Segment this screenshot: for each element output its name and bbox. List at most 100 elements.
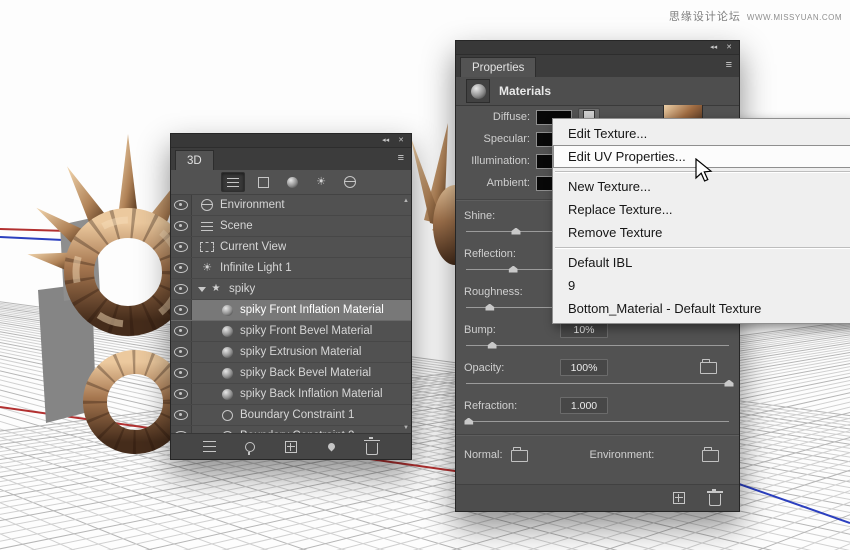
scroll-down-icon[interactable]: ▼ [403,425,409,431]
plusbox-glyph [673,492,685,504]
shine-slider-handle[interactable] [511,227,521,235]
letter-bottom-ring [83,350,187,454]
3d-panel-bottom-toolbar [171,433,411,459]
tab-properties[interactable]: Properties [460,57,537,77]
tree-row-front-bevel-material[interactable]: spiky Front Bevel Material [171,321,411,342]
globe-icon [344,176,356,188]
tree-row-label: spiky Front Inflation Material [240,304,384,316]
filter-environment-button[interactable] [339,173,361,191]
properties-panel-tabrow: Properties ≡ [456,55,739,77]
menu-item-9[interactable]: 9 [553,274,850,297]
material-icon [221,346,233,358]
refraction-value[interactable]: 1.000 [560,397,608,414]
add-object-icon[interactable] [281,438,301,456]
bump-slider-handle[interactable] [487,341,497,349]
watermark-site-url: WWW.MISSYUAN.COM [746,13,842,22]
eye-icon [174,284,188,294]
reflection-label: Reflection: [464,248,516,260]
eye-icon [174,263,188,273]
tree-row-back-inflation-material[interactable]: spiky Back Inflation Material [171,384,411,405]
trash-glyph [707,488,723,506]
visibility-toggle[interactable] [171,237,192,257]
delete-icon[interactable] [362,437,382,456]
tree-row-front-inflation-material[interactable]: spiky Front Inflation Material [171,300,411,321]
eye-icon [174,389,188,399]
visibility-toggle[interactable] [171,384,192,404]
visibility-toggle[interactable] [171,405,192,425]
photoshop-3d-workspace: 思缘设计论坛 WWW.MISSYUAN.COM ◂◂ ✕ 3D ≡ ☀ ▲ ▼ [0,0,850,550]
scene-list-icon [227,177,239,187]
visibility-toggle[interactable] [171,279,192,299]
filter-meshes-button[interactable] [252,173,274,191]
collapse-caret-icon[interactable] [198,286,206,292]
tree-row-infinite-light[interactable]: ☀ Infinite Light 1 [171,258,411,279]
menu-item-edit-texture[interactable]: Edit Texture... [553,122,850,145]
3d-panel: ◂◂ ✕ 3D ≡ ☀ ▲ ▼ Environment Scene Curren… [170,133,412,460]
current-view-icon [200,242,214,252]
tree-row-label: spiky Back Inflation Material [240,388,383,400]
refraction-row: Refraction: 1.000 [456,397,739,414]
tree-row-label: Scene [220,220,253,232]
eye-icon [174,242,188,252]
paint-icon[interactable] [322,438,342,456]
light-icon: ☀ [316,175,326,188]
menu-item-remove-texture[interactable]: Remove Texture [553,221,850,244]
3d-panel-titlebar: ◂◂ ✕ [171,134,411,148]
filter-materials-button[interactable] [281,173,303,191]
visibility-toggle[interactable] [171,342,192,362]
mix-icon[interactable] [200,438,220,456]
environment-texture-folder-icon[interactable] [702,447,719,462]
reflection-slider-handle[interactable] [508,265,518,273]
tree-row-back-bevel-material[interactable]: spiky Back Bevel Material [171,363,411,384]
visibility-toggle[interactable] [171,363,192,383]
visibility-toggle[interactable] [171,195,192,215]
panel-menu-icon[interactable]: ≡ [398,153,404,164]
tree-row-current-view[interactable]: Current View [171,237,411,258]
visibility-toggle[interactable] [171,258,192,278]
tree-row-spiky-mesh[interactable]: ★ spiky [171,279,411,300]
opacity-row: Opacity: 100% [456,359,739,376]
filter-lights-button[interactable]: ☀ [310,173,332,191]
material-icon [221,325,233,337]
bump-slider[interactable] [466,341,729,349]
roughness-label: Roughness: [464,286,523,298]
tab-3d[interactable]: 3D [175,150,214,170]
opacity-slider-handle[interactable] [724,379,734,387]
mesh-icon: ★ [211,283,221,294]
new-material-icon[interactable] [669,489,689,507]
scroll-up-icon[interactable]: ▲ [403,198,409,204]
panel-menu-icon[interactable]: ≡ [726,60,732,71]
opacity-texture-folder-icon[interactable] [700,359,717,374]
sphere-glyph [470,83,486,99]
normal-label: Normal: [464,448,503,461]
refraction-slider-handle[interactable] [464,417,474,425]
tree-row-environment[interactable]: Environment [171,195,411,216]
visibility-toggle[interactable] [171,300,192,320]
tree-row-scene[interactable]: Scene [171,216,411,237]
roughness-slider-handle[interactable] [485,303,495,311]
tree-row-boundary-constraint-1[interactable]: Boundary Constraint 1 [171,405,411,426]
close-panel-icon[interactable]: ✕ [398,137,404,144]
filter-whole-scene-button[interactable] [221,172,245,192]
materials-title: Materials [499,84,552,98]
collapse-panel-icon[interactable]: ◂◂ [710,44,717,51]
tree-row-extrusion-material[interactable]: spiky Extrusion Material [171,342,411,363]
close-panel-icon[interactable]: ✕ [726,44,732,51]
menu-item-default-ibl[interactable]: Default IBL [553,251,850,274]
materials-sphere-icon [466,79,490,103]
visibility-toggle[interactable] [171,321,192,341]
3d-scene-tree: ▲ ▼ Environment Scene Current View ☀ Inf… [171,195,411,434]
opacity-value[interactable]: 100% [560,359,608,376]
visibility-toggle[interactable] [171,216,192,236]
add-light-icon[interactable] [240,438,260,456]
tree-row-label: spiky Extrusion Material [240,346,362,358]
collapse-panel-icon[interactable]: ◂◂ [382,137,389,144]
opacity-slider[interactable] [466,379,734,387]
menu-item-replace-texture[interactable]: Replace Texture... [553,198,850,221]
refraction-slider[interactable] [464,417,729,425]
delete-material-icon[interactable] [705,488,725,507]
normal-texture-folder-icon[interactable] [510,447,528,462]
illumination-label: Illumination: [471,155,530,167]
bulb-glyph [245,441,256,455]
menu-item-bottom-material-default-texture[interactable]: Bottom_Material - Default Texture [553,297,850,320]
